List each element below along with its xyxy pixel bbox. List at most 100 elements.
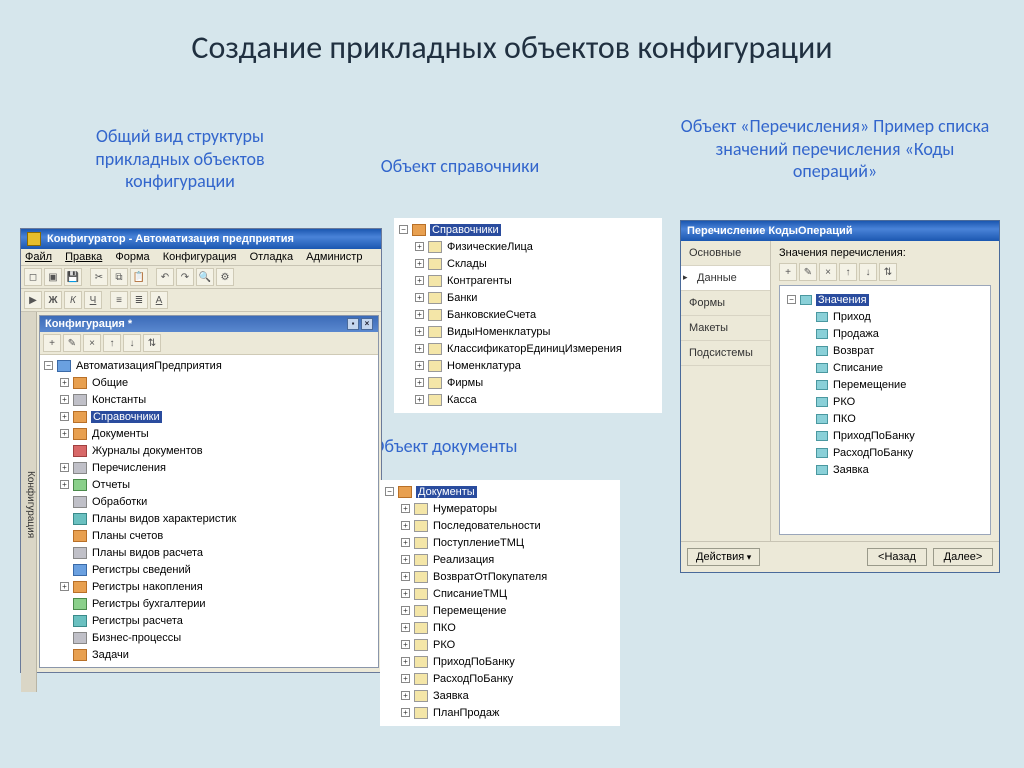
toggle-icon[interactable]: + bbox=[401, 708, 410, 717]
menu-edit[interactable]: Правка bbox=[65, 251, 102, 263]
toggle-icon[interactable]: + bbox=[415, 293, 424, 302]
menubar[interactable]: Файл Правка Форма Конфигурация Отладка А… bbox=[21, 249, 381, 266]
sprav-tree[interactable]: −Справочники+ФизическиеЛица+Склады+Контр… bbox=[395, 219, 661, 412]
tb-paste-icon[interactable]: 📋 bbox=[130, 268, 148, 286]
next-button[interactable]: Далее> bbox=[933, 548, 993, 566]
toggle-icon[interactable]: + bbox=[415, 378, 424, 387]
toggle-icon[interactable]: + bbox=[401, 555, 410, 564]
toggle-icon[interactable] bbox=[60, 514, 69, 523]
toggle-icon[interactable] bbox=[60, 565, 69, 574]
tb-font-color-icon[interactable]: A bbox=[150, 291, 168, 309]
tb-up-icon[interactable]: ↑ bbox=[103, 334, 121, 352]
tb-save-icon[interactable]: 💾 bbox=[64, 268, 82, 286]
tb-underline-icon[interactable]: Ч bbox=[84, 291, 102, 309]
tb-copy-icon[interactable]: ⧉ bbox=[110, 268, 128, 286]
enum-value[interactable]: Возврат bbox=[785, 342, 987, 359]
toggle-icon[interactable]: + bbox=[60, 463, 69, 472]
tree-item[interactable]: Регистры расчета bbox=[42, 612, 378, 629]
tb-edit-icon[interactable]: ✎ bbox=[63, 334, 81, 352]
tree-item[interactable]: Задачи bbox=[42, 646, 378, 663]
tree-item[interactable]: +Константы bbox=[42, 391, 378, 408]
tree-item[interactable]: Планы видов расчета bbox=[42, 544, 378, 561]
toggle-icon[interactable]: + bbox=[401, 691, 410, 700]
tb-open-icon[interactable]: ▣ bbox=[44, 268, 62, 286]
tree-item[interactable]: +Справочники bbox=[42, 408, 378, 425]
tree-item[interactable]: +Реализация bbox=[383, 551, 619, 568]
tb-bold-icon[interactable]: Ж bbox=[44, 291, 62, 309]
tree-item[interactable]: Регистры сведений bbox=[42, 561, 378, 578]
menu-debug[interactable]: Отладка bbox=[250, 251, 293, 263]
enum-value[interactable]: Списание bbox=[785, 359, 987, 376]
tree-item[interactable]: +ПоступлениеТМЦ bbox=[383, 534, 619, 551]
tb-run-icon[interactable]: ▶ bbox=[24, 291, 42, 309]
enum-tab[interactable]: Основные bbox=[681, 241, 770, 266]
menu-config[interactable]: Конфигурация bbox=[163, 251, 237, 263]
tb-sort-icon[interactable]: ⇅ bbox=[143, 334, 161, 352]
tree-item[interactable]: +СписаниеТМЦ bbox=[383, 585, 619, 602]
tree-item[interactable]: +Документы bbox=[42, 425, 378, 442]
tree-item[interactable]: +Номенклатура bbox=[397, 357, 661, 374]
tree-header[interactable]: −Справочники bbox=[397, 221, 661, 238]
actions-button[interactable]: Действия bbox=[687, 548, 760, 566]
tree-item[interactable]: +ПланПродаж bbox=[383, 704, 619, 721]
enum-tab[interactable]: Подсистемы bbox=[681, 341, 770, 366]
tree-item[interactable]: +РКО bbox=[383, 636, 619, 653]
enum-tab[interactable]: Макеты bbox=[681, 316, 770, 341]
tb-add-icon[interactable]: + bbox=[779, 263, 797, 281]
tree-item[interactable]: +Заявка bbox=[383, 687, 619, 704]
tree-item[interactable]: +Последовательности bbox=[383, 517, 619, 534]
tb-find-icon[interactable]: 🔍 bbox=[196, 268, 214, 286]
tree-item[interactable]: Обработки bbox=[42, 493, 378, 510]
toggle-icon[interactable]: + bbox=[60, 412, 69, 421]
enum-root[interactable]: −Значения bbox=[785, 291, 987, 308]
tree-item[interactable]: Регистры бухгалтерии bbox=[42, 595, 378, 612]
tree-header[interactable]: −Документы bbox=[383, 483, 619, 500]
pin-icon[interactable]: ▪ bbox=[347, 318, 359, 330]
enum-value[interactable]: Перемещение bbox=[785, 376, 987, 393]
toggle-icon[interactable]: + bbox=[415, 395, 424, 404]
config-tree[interactable]: − АвтоматизацияПредприятия +Общие+Конста… bbox=[40, 355, 378, 667]
tree-item[interactable]: Планы счетов bbox=[42, 527, 378, 544]
toggle-icon[interactable] bbox=[60, 531, 69, 540]
menu-file[interactable]: Файл bbox=[25, 251, 52, 263]
tree-item[interactable]: Журналы документов bbox=[42, 442, 378, 459]
toggle-icon[interactable] bbox=[60, 497, 69, 506]
tree-item[interactable]: +БанковскиеСчета bbox=[397, 306, 661, 323]
enum-value[interactable]: Приход bbox=[785, 308, 987, 325]
tb-redo-icon[interactable]: ↷ bbox=[176, 268, 194, 286]
toggle-icon[interactable]: + bbox=[415, 259, 424, 268]
toggle-icon[interactable] bbox=[60, 616, 69, 625]
tree-item[interactable]: Планы видов характеристик bbox=[42, 510, 378, 527]
toggle-icon[interactable]: − bbox=[787, 295, 796, 304]
tb-sort-icon[interactable]: ⇅ bbox=[879, 263, 897, 281]
tree-item[interactable]: +ПриходПоБанку bbox=[383, 653, 619, 670]
tree-root[interactable]: − АвтоматизацияПредприятия bbox=[42, 357, 378, 374]
enum-tab[interactable]: Формы bbox=[681, 291, 770, 316]
tb-align-left-icon[interactable]: ≡ bbox=[110, 291, 128, 309]
menu-form[interactable]: Форма bbox=[115, 251, 149, 263]
tree-item[interactable]: Бизнес-процессы bbox=[42, 629, 378, 646]
tree-item[interactable]: +Перемещение bbox=[383, 602, 619, 619]
tb-add-icon[interactable]: + bbox=[43, 334, 61, 352]
toggle-icon[interactable]: + bbox=[60, 395, 69, 404]
tb-down-icon[interactable]: ↓ bbox=[859, 263, 877, 281]
toggle-icon[interactable]: + bbox=[401, 572, 410, 581]
tb-del-icon[interactable]: × bbox=[83, 334, 101, 352]
tb-italic-icon[interactable]: К bbox=[64, 291, 82, 309]
toggle-icon[interactable]: − bbox=[44, 361, 53, 370]
enum-value[interactable]: РКО bbox=[785, 393, 987, 410]
tree-item[interactable]: +Нумераторы bbox=[383, 500, 619, 517]
toggle-icon[interactable] bbox=[60, 650, 69, 659]
toggle-icon[interactable]: + bbox=[401, 674, 410, 683]
tree-item[interactable]: +Общие bbox=[42, 374, 378, 391]
tb-down-icon[interactable]: ↓ bbox=[123, 334, 141, 352]
tree-item[interactable]: +Перечисления bbox=[42, 459, 378, 476]
toggle-icon[interactable]: + bbox=[401, 504, 410, 513]
toggle-icon[interactable]: + bbox=[415, 242, 424, 251]
toggle-icon[interactable]: + bbox=[401, 606, 410, 615]
enum-value[interactable]: Заявка bbox=[785, 461, 987, 478]
enum-tab[interactable]: Данные bbox=[681, 266, 770, 291]
tb-del-icon[interactable]: × bbox=[819, 263, 837, 281]
close-icon[interactable]: × bbox=[361, 318, 373, 330]
toggle-icon[interactable]: + bbox=[401, 521, 410, 530]
